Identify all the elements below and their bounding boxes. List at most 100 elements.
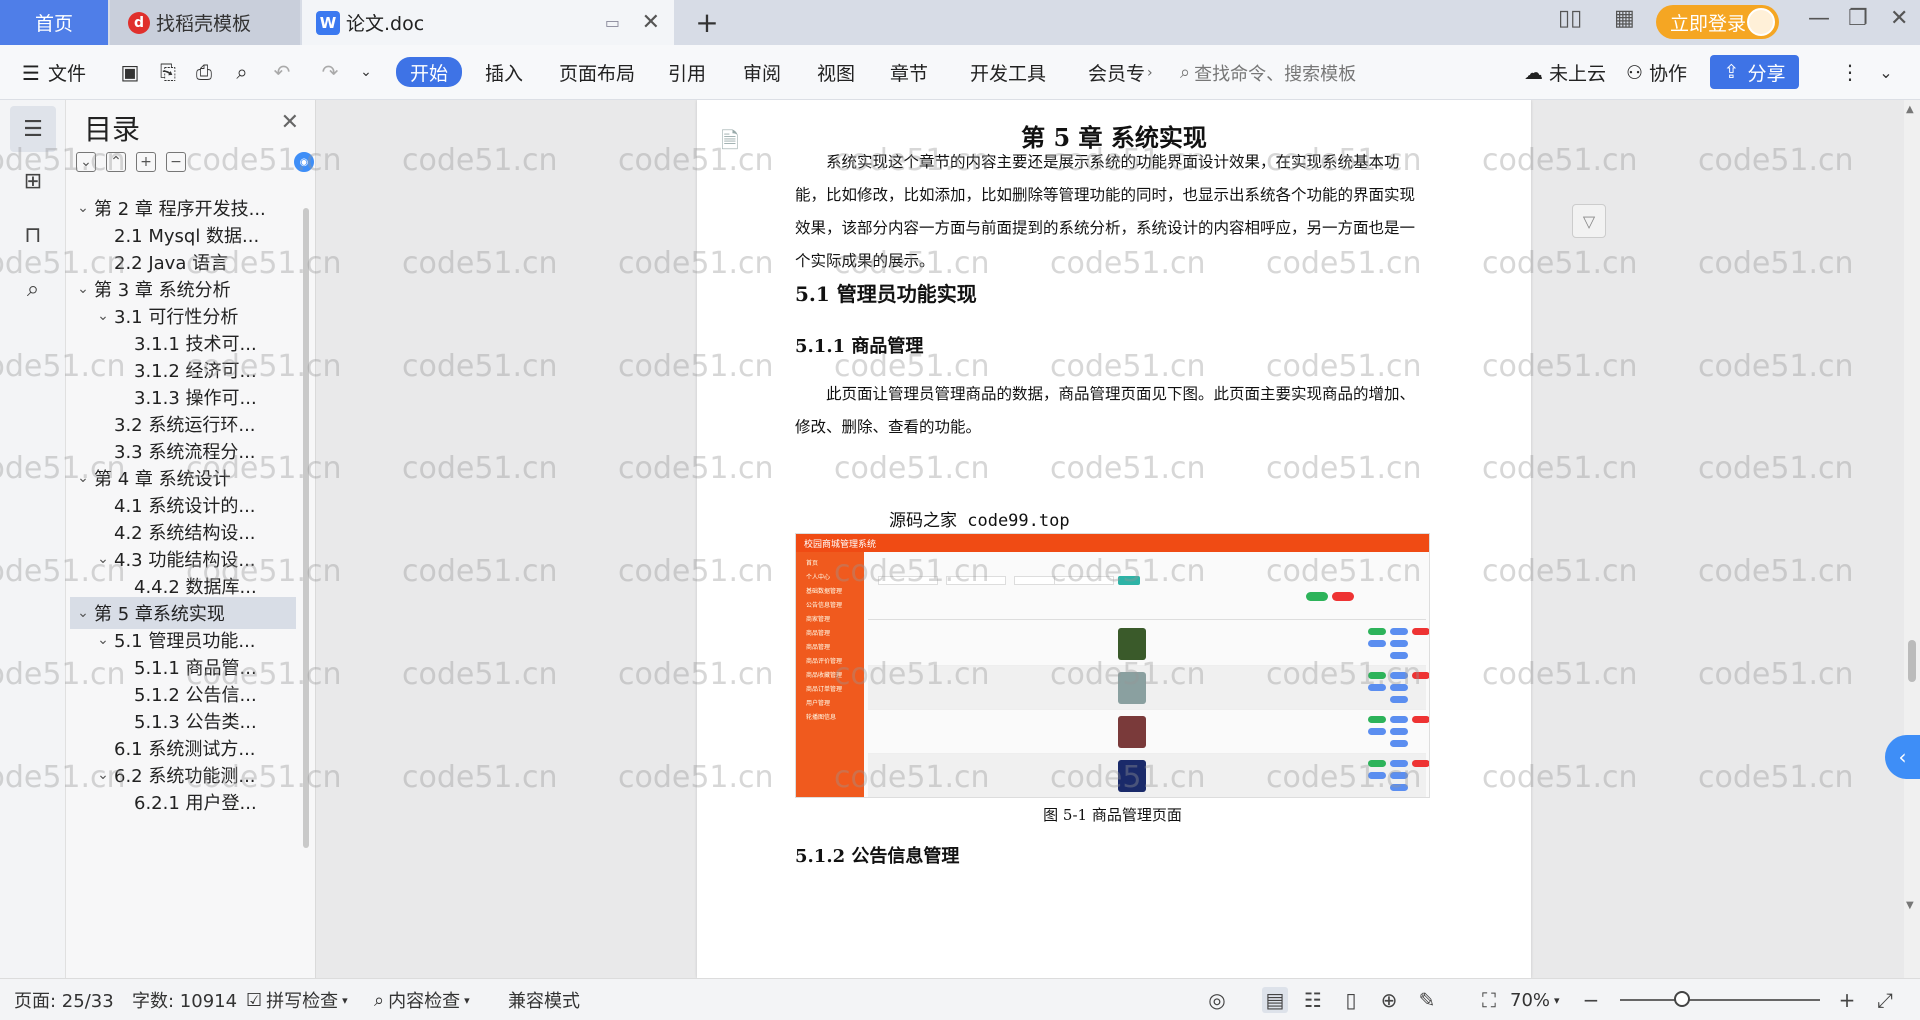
figure-header: 校园商城管理系统: [796, 534, 1429, 552]
collab-button[interactable]: ⚇ 协作: [1626, 45, 1687, 100]
chevron-down-icon[interactable]: ⌄: [72, 470, 94, 486]
collapse-all-icon[interactable]: ⌃: [106, 152, 126, 172]
new-tab-button[interactable]: +: [690, 0, 724, 45]
menu-review[interactable]: 审阅: [743, 45, 781, 100]
word-count[interactable]: 字数: 10914: [132, 979, 237, 1020]
command-search[interactable]: ⌕ 查找命令、搜索模板: [1180, 45, 1356, 100]
reading-mode-icon[interactable]: ▯▯: [1558, 6, 1582, 31]
redo-icon[interactable]: ↷: [316, 58, 344, 86]
outline-view-icon[interactable]: ☷: [1300, 987, 1326, 1013]
content-check[interactable]: ⌕ 内容检查 ▾: [374, 979, 470, 1020]
save-icon[interactable]: ▣: [116, 58, 144, 86]
share-button[interactable]: ⇪ 分享: [1710, 55, 1799, 89]
close-icon[interactable]: ✕: [281, 110, 299, 135]
figure-sidebar-item: 轮播图信息: [806, 714, 837, 721]
zoom-slider-handle[interactable]: [1674, 991, 1690, 1007]
spell-check-label: 拼写检查: [266, 991, 339, 1012]
scroll-up-icon[interactable]: ▲: [1906, 104, 1914, 115]
undo-icon[interactable]: ↶: [268, 58, 296, 86]
toc-item-label: 3.1 可行性分析: [114, 307, 239, 328]
login-button[interactable]: 立即登录: [1656, 5, 1779, 39]
figure-sidebar: 首页 个人中心 基础数据管理 公告信息管理 商家管理 商品管理 商品管理 商品评价管理 商品收藏…: [796, 552, 864, 797]
figure-product-management: 校园商城管理系统 首页 个人中心 基础数据管理 公告信息管理 商家管理 商品管理 商品管理商…: [795, 533, 1430, 798]
chevron-down-icon[interactable]: ⌄: [72, 281, 94, 297]
page-view-icon[interactable]: ▤: [1262, 987, 1288, 1013]
eye-protection-icon[interactable]: ◎: [1204, 987, 1230, 1013]
document-page[interactable]: 🗎 第 5 章 系统实现 系统实现这个章节的内容主要还是展示系统的功能界面设计效…: [697, 100, 1531, 978]
menu-insert[interactable]: 插入: [485, 45, 523, 100]
scroll-down-icon[interactable]: ▼: [1906, 900, 1914, 911]
compat-mode[interactable]: 兼容模式: [508, 979, 580, 1020]
scroll-thumb[interactable]: [1908, 640, 1916, 682]
intro-paragraph: 系统实现这个章节的内容主要还是展示系统的功能界面设计效果，在实现系统基本功能，比…: [795, 153, 1416, 270]
write-mode-icon[interactable]: ✎: [1414, 987, 1440, 1013]
zoom-out-icon[interactable]: −: [1578, 987, 1604, 1013]
toc-scrollbar[interactable]: [303, 208, 309, 848]
tab-home[interactable]: 首页: [0, 0, 108, 45]
zoom-level[interactable]: 70% ▾: [1510, 979, 1560, 1020]
export-pdf-icon[interactable]: ⎘: [154, 58, 182, 86]
reading-view-icon[interactable]: ▯: [1338, 987, 1364, 1013]
tab-daoke[interactable]: d 找稻壳模板: [110, 0, 300, 45]
more-options-icon[interactable]: ⋮: [1836, 58, 1864, 86]
filter-icon[interactable]: ▽: [1572, 204, 1606, 238]
smart-toc-icon[interactable]: ◉: [294, 152, 314, 172]
cloud-status[interactable]: ☁ 未上云: [1524, 45, 1606, 100]
collapse-ribbon-icon[interactable]: ⌄: [1872, 58, 1900, 86]
vertical-scrollbar[interactable]: ▲ ▼: [1904, 100, 1920, 978]
figure-sidebar-item: 首页: [806, 560, 819, 567]
dropdown-icon: ▾: [464, 993, 470, 1007]
tab-document[interactable]: W 论文.doc ▭ ✕: [302, 0, 674, 45]
chevron-down-icon[interactable]: ⌄: [92, 551, 114, 567]
toc-item[interactable]: 6.2.1 用户登...: [70, 786, 296, 818]
chevron-down-icon[interactable]: ⌄: [92, 767, 114, 783]
menu-layout[interactable]: 页面布局: [559, 45, 635, 100]
more-quick-icon[interactable]: ⌄: [352, 58, 380, 86]
cloud-status-label: 未上云: [1549, 63, 1607, 85]
spell-check[interactable]: ☑ 拼写检查 ▾: [246, 979, 348, 1020]
find-icon[interactable]: ⌕: [10, 266, 56, 312]
menu-member[interactable]: 会员专 ›: [1088, 45, 1153, 100]
navigation-icon[interactable]: ⊞: [10, 158, 56, 204]
bookmark-icon[interactable]: ⊓: [10, 212, 56, 258]
collab-label: 协作: [1649, 63, 1688, 85]
chevron-down-icon[interactable]: ⌄: [72, 200, 94, 216]
chevron-down-icon[interactable]: ⌄: [92, 632, 114, 648]
print-icon[interactable]: ⎙: [190, 58, 218, 86]
monitor-icon[interactable]: ▭: [605, 13, 620, 32]
remove-heading-icon[interactable]: −: [166, 152, 186, 172]
expand-all-icon[interactable]: ⌄: [76, 152, 96, 172]
menu-reference[interactable]: 引用: [668, 45, 706, 100]
toc-title: 目录: [84, 113, 141, 146]
add-heading-icon[interactable]: +: [136, 152, 156, 172]
chevron-down-icon[interactable]: ⌄: [72, 605, 94, 621]
close-tab-icon[interactable]: ✕: [642, 10, 660, 35]
cloud-icon: ☁: [1524, 61, 1543, 84]
share-icon: ⇪: [1723, 61, 1740, 83]
menu-start[interactable]: 开始: [396, 57, 463, 87]
grid-apps-icon[interactable]: ▦: [1614, 6, 1635, 31]
file-menu[interactable]: ☰ 文件: [22, 45, 86, 100]
fullscreen-icon[interactable]: ⤢: [1872, 987, 1898, 1013]
menu-chapter[interactable]: 章节: [890, 45, 928, 100]
search-icon: ⌕: [1180, 62, 1191, 83]
menu-devtools[interactable]: 开发工具: [970, 45, 1046, 100]
zoom-in-icon[interactable]: +: [1834, 987, 1860, 1013]
section-heading-5-1-1: 5.1.1 商品管理: [795, 336, 924, 357]
toc-panel-icon[interactable]: ☰: [10, 106, 56, 152]
restore-icon[interactable]: ❐: [1848, 6, 1868, 31]
menu-view[interactable]: 视图: [817, 45, 855, 100]
chevron-down-icon[interactable]: ⌄: [92, 308, 114, 324]
print-preview-icon[interactable]: ⌕: [228, 58, 256, 86]
toc-item-label: 第 5 章系统实现: [94, 604, 225, 625]
daoke-logo-icon: d: [128, 11, 150, 34]
fit-page-icon[interactable]: ⛶: [1476, 987, 1502, 1013]
minimize-icon[interactable]: —: [1808, 6, 1830, 31]
toc-item-label: 6.2.1 用户登...: [134, 793, 257, 814]
figure-product-thumbnail: [1118, 628, 1146, 660]
figure-sidebar-item: 基础数据管理: [806, 588, 843, 595]
zoom-slider[interactable]: [1620, 999, 1820, 1001]
close-window-icon[interactable]: ✕: [1890, 6, 1908, 31]
web-view-icon[interactable]: ⊕: [1376, 987, 1402, 1013]
page-indicator[interactable]: 页面: 25/33: [14, 979, 114, 1020]
